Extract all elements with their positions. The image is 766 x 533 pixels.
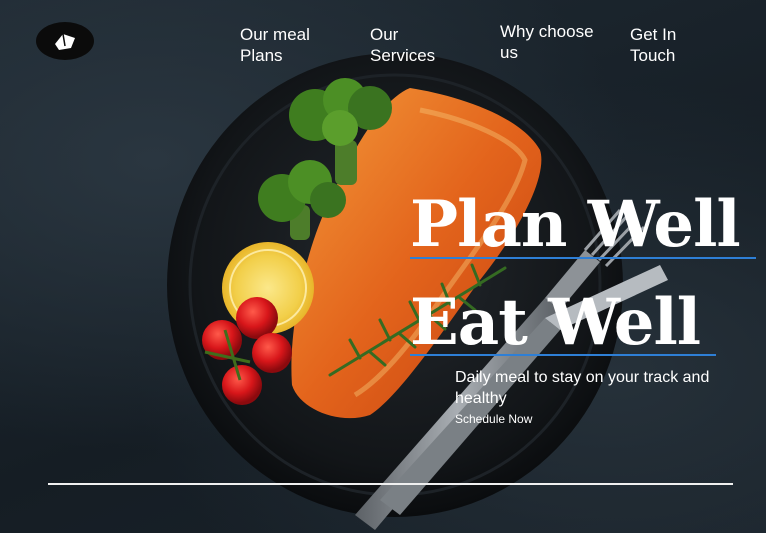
schedule-now-link[interactable]: Schedule Now <box>455 411 532 427</box>
nav-get-in-touch[interactable]: Get In Touch <box>630 24 700 66</box>
hero-food-image <box>167 53 668 530</box>
hero-section: Our meal Plans Our Services Why choose u… <box>0 0 766 533</box>
headline-plan-well: Plan Well <box>410 187 741 262</box>
headline-underline <box>410 354 716 356</box>
hero-tagline: Daily meal to stay on your track and hea… <box>455 369 710 407</box>
divider-line <box>48 483 733 485</box>
nav-our-services[interactable]: Our Services <box>370 24 460 66</box>
brand-logo[interactable] <box>36 22 94 60</box>
leaf-logo-icon <box>55 33 75 50</box>
nav-our-meal-plans[interactable]: Our meal Plans <box>240 24 330 66</box>
headline-eat-well: Eat Well <box>410 285 701 360</box>
nav-why-choose-us[interactable]: Why choose us <box>500 21 600 63</box>
headline-underline <box>410 257 756 259</box>
